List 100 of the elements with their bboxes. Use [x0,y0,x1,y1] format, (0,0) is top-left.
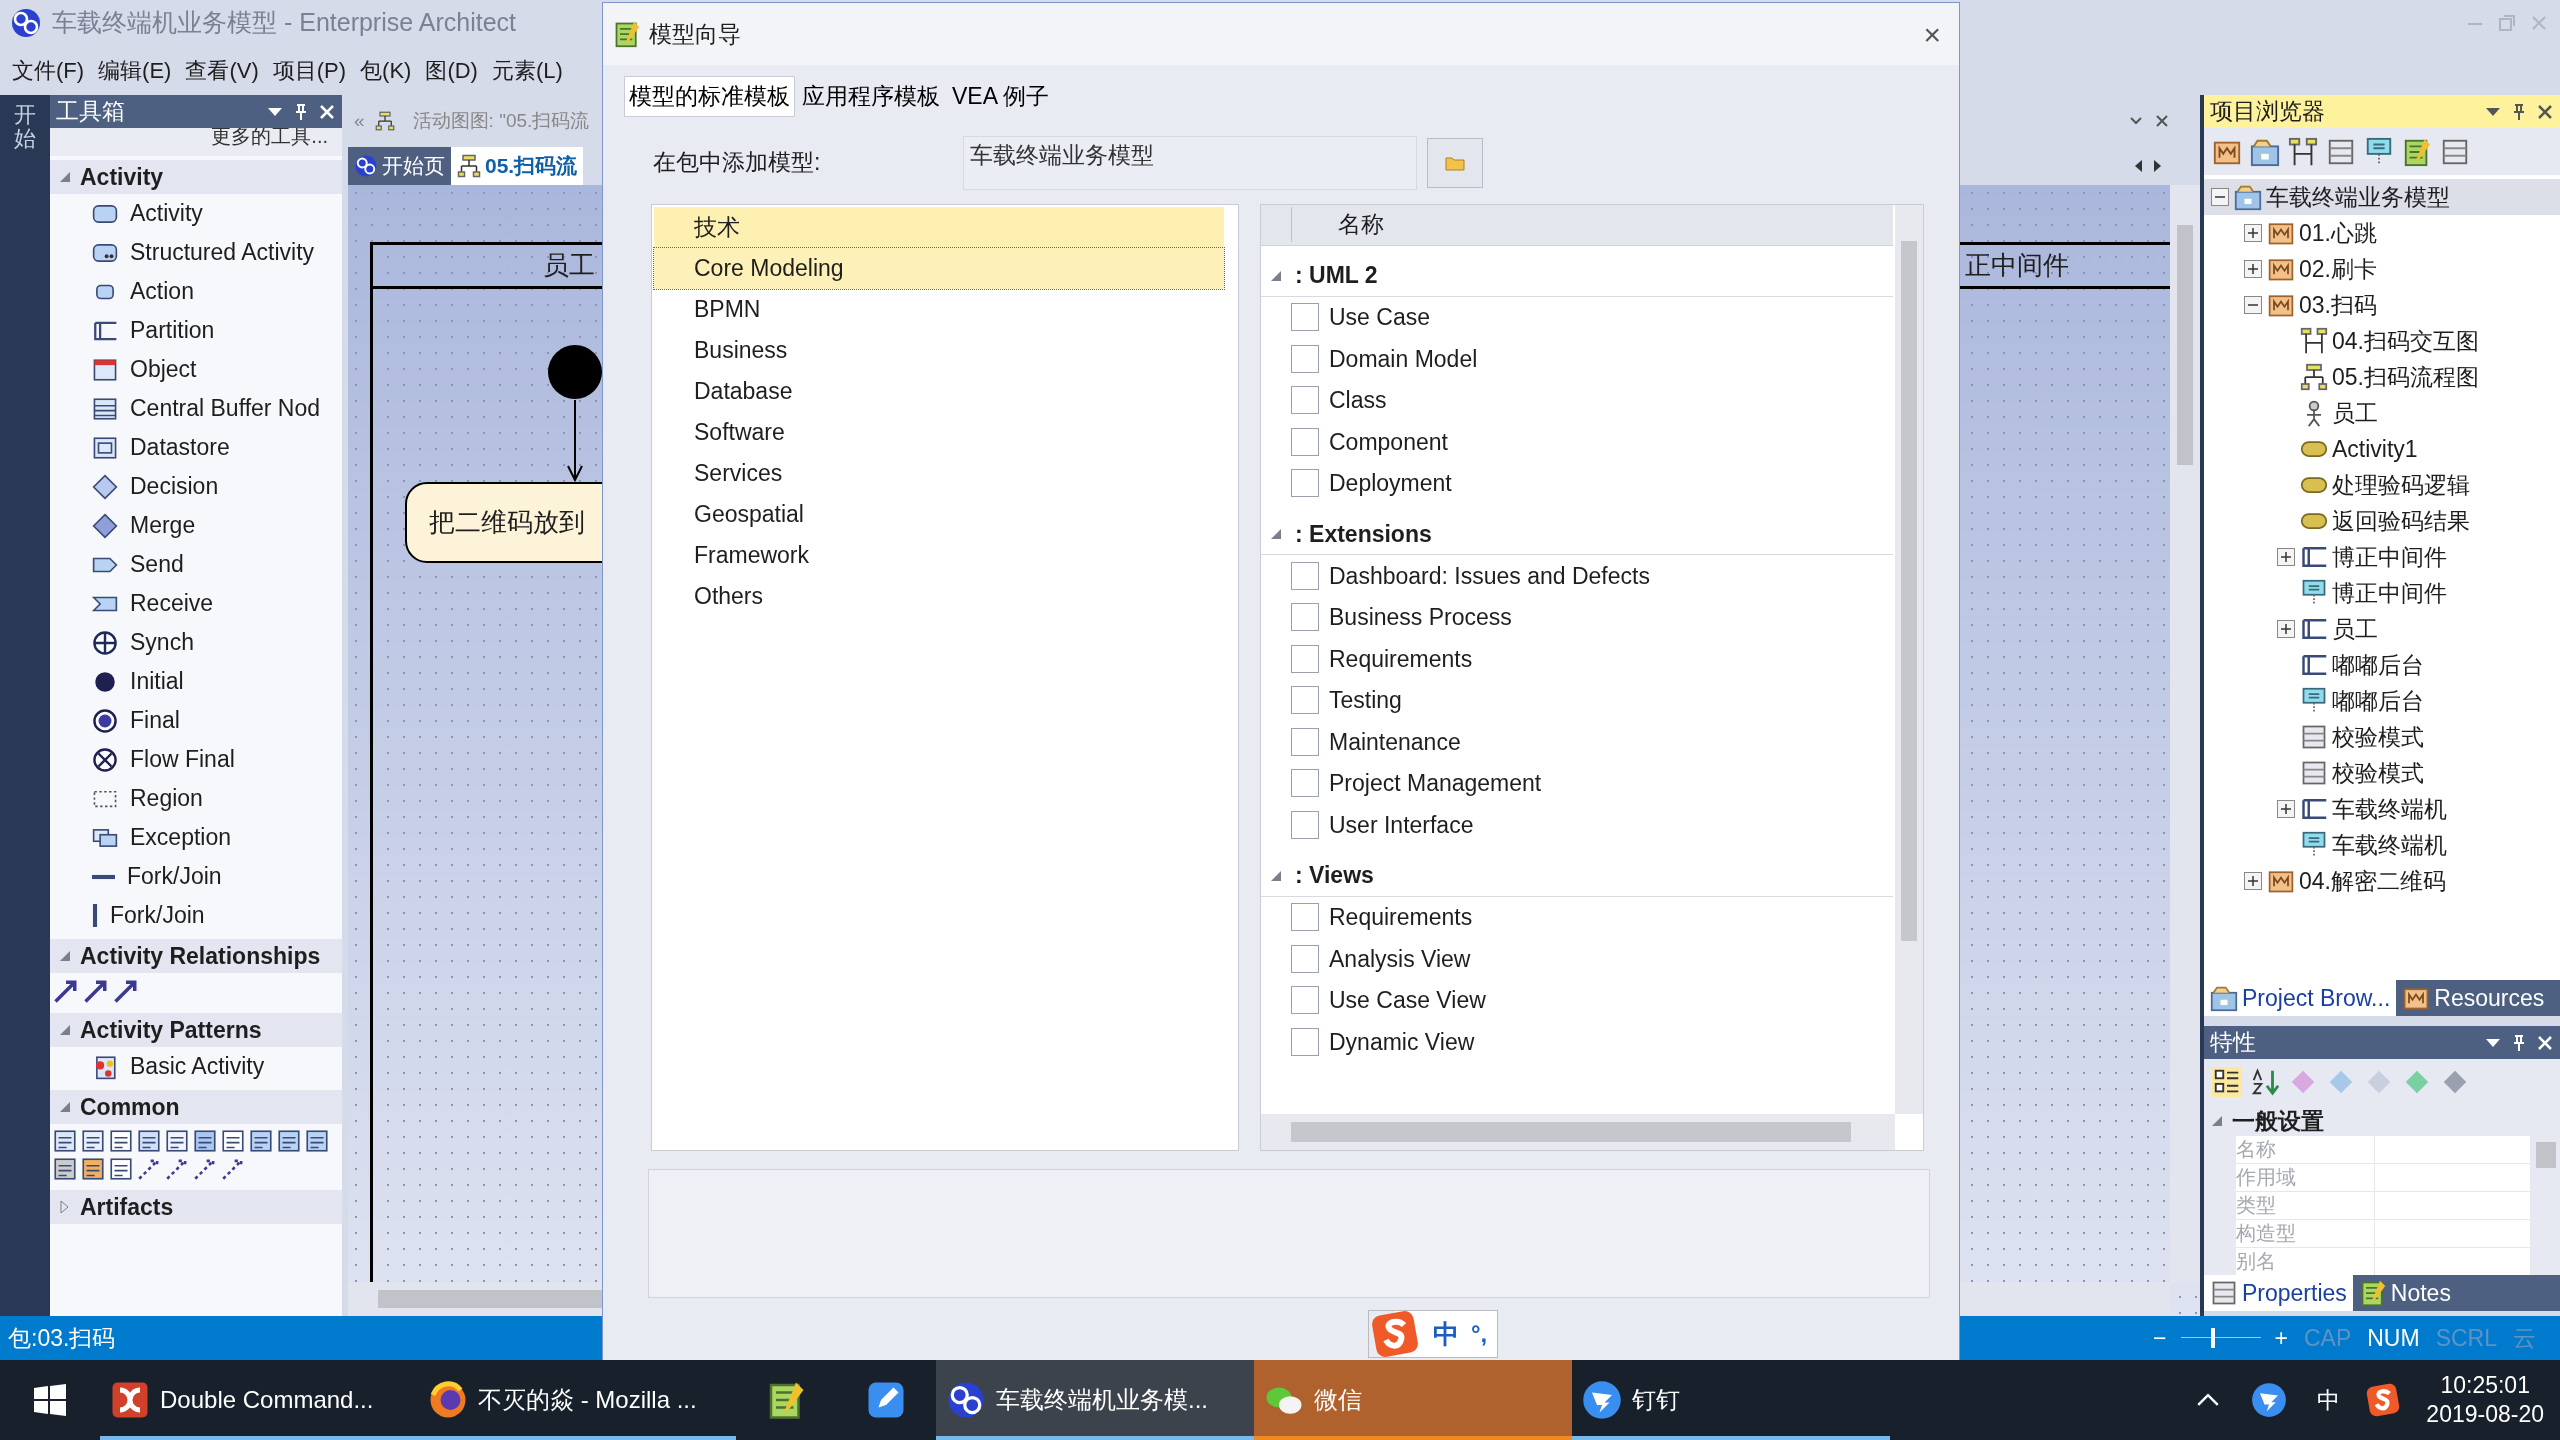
tree-item[interactable]: 校验模式 [2204,719,2560,755]
ime-mode[interactable]: 中 [1433,1314,1459,1354]
tool-icon[interactable] [80,1156,106,1182]
menu-item[interactable]: 文件(F) [12,54,85,87]
dialog-tab[interactable]: 模型的标准模板 [625,77,794,116]
tree-item[interactable]: 嘟嘟后台 [2204,683,2560,719]
checkbox[interactable] [1291,603,1319,632]
tree-item[interactable]: 车载终端机 [2204,791,2560,827]
close-icon[interactable] [2154,113,2170,129]
tree-toggle[interactable] [2244,224,2262,242]
checkbox[interactable] [1291,561,1319,590]
panel-tab[interactable]: Project Brow... [2204,980,2397,1016]
tree-toggle[interactable] [2244,296,2262,314]
diagram-tab[interactable]: 05.扫码流 [451,147,584,185]
toolbox-item[interactable]: Merge [50,506,342,545]
checkbox[interactable] [1291,903,1319,932]
clock[interactable]: 10:25:01 2019-08-20 [2426,1371,2544,1429]
checkbox[interactable] [1291,303,1319,332]
tree-toggle[interactable] [2244,872,2262,890]
tree-item[interactable]: 车载终端业务模型 [2204,179,2560,215]
toolbox-item[interactable]: Initial [50,662,342,701]
menu-item[interactable]: 包(K) [360,54,412,87]
checkbox[interactable] [1291,344,1319,373]
group-header[interactable]: : Views [1295,858,1374,893]
tree-item[interactable]: 校验模式 [2204,755,2560,791]
tool-icon[interactable] [304,1128,330,1154]
sort-az-icon[interactable] [2250,1067,2280,1098]
tree-item[interactable]: 博正中间件 [2204,539,2560,575]
technology-item[interactable]: Core Modeling [654,247,1224,289]
checkbox[interactable] [1291,686,1319,715]
technology-item[interactable]: Software [654,411,1224,453]
tree-item[interactable]: 04.解密二维码 [2204,863,2560,899]
toolbox-item[interactable]: Final [50,701,342,740]
panel-tab[interactable]: Properties [2204,1275,2353,1311]
checkbox[interactable] [1291,944,1319,973]
toolbox-item[interactable]: Receive [50,584,342,623]
tree-item[interactable]: 返回验码结果 [2204,503,2560,539]
close-button[interactable]: × [1923,11,1941,57]
tool-icon[interactable] [192,1128,218,1154]
technology-item[interactable]: Business [654,329,1224,371]
taskbar-app[interactable]: 钉钉 [1572,1360,1890,1440]
toolbox-item[interactable]: Synch [50,623,342,662]
ime-indicator[interactable]: 中 [2317,1382,2341,1418]
toolbox-item[interactable]: Fork/Join [50,857,342,896]
vertical-scrollbar[interactable] [2170,185,2200,1282]
tool-icon[interactable] [108,1156,134,1182]
toolbox-item[interactable]: Exception [50,818,342,857]
tree-item[interactable]: 05.扫码流程图 [2204,359,2560,395]
panel-tab[interactable]: Notes [2352,1275,2457,1311]
tool-icon[interactable] [276,1128,302,1154]
tree-item[interactable]: 博正中间件 [2204,575,2560,611]
tool-icon[interactable] [52,1156,78,1182]
checkbox[interactable] [1291,386,1319,415]
toolbox-item[interactable]: Fork/Join [50,896,342,935]
tree-toggle[interactable] [2211,188,2229,206]
tree-toggle[interactable] [2277,800,2295,818]
categorized-icon[interactable] [2212,1067,2242,1098]
tree-item[interactable]: 04.扫码交互图 [2204,323,2560,359]
expand-triangle-icon[interactable] [58,170,72,184]
toolbox-item[interactable]: Datastore [50,428,342,467]
checkbox[interactable] [1291,427,1319,456]
ime-toolbar[interactable]: 中 °, [1368,1310,1499,1358]
toolbox-item[interactable]: Partition [50,311,342,350]
diagram-tab[interactable]: 开始页 [348,147,451,185]
horizontal-scrollbar[interactable] [1261,1113,1895,1150]
tree-item[interactable]: 车载终端机 [2204,827,2560,863]
tree-item[interactable]: 02.刷卡 [2204,251,2560,287]
menu-item[interactable]: 编辑(E) [98,54,172,87]
toolbox-item[interactable]: Object [50,350,342,389]
ime-punctuation[interactable]: °, [1471,1316,1488,1352]
tree-item[interactable]: Activity1 [2204,431,2560,467]
checkbox[interactable] [1291,986,1319,1015]
dialog-tab[interactable]: 应用程序模板 [798,77,944,116]
tree-item[interactable]: 03.扫码 [2204,287,2560,323]
close-icon[interactable] [2536,102,2554,121]
toolbox-item[interactable]: Send [50,545,342,584]
technology-item[interactable]: Database [654,370,1224,412]
package-field[interactable]: 车载终端业务模型 [963,135,1417,190]
toolbox-item[interactable]: Decision [50,467,342,506]
toolbox-item[interactable]: Region [50,779,342,818]
group-header[interactable]: : UML 2 [1295,258,1378,293]
sogou-logo-icon[interactable] [2366,1383,2401,1417]
tool-icon[interactable] [136,1128,162,1154]
slider-thumb[interactable] [2210,1328,2215,1348]
tree-toggle[interactable] [2277,548,2295,566]
checkbox[interactable] [1291,810,1319,839]
tree-item[interactable]: 员工 [2204,611,2560,647]
toolbox-item[interactable]: Flow Final [50,740,342,779]
tree-toggle[interactable] [2244,260,2262,278]
diagram-icon[interactable] [2288,136,2318,167]
tool-icon[interactable] [52,1128,78,1154]
tool-icon[interactable] [220,1128,246,1154]
taskbar-app[interactable]: 微信 [1254,1360,1572,1440]
checkbox[interactable] [1291,769,1319,798]
expand-triangle-icon[interactable] [58,1023,72,1037]
taskbar-app[interactable]: Double Command... [100,1360,418,1440]
dialog-tab[interactable]: VEA 例子 [948,77,1054,116]
vertical-scrollbar[interactable] [1895,204,1923,1114]
technology-item[interactable]: Others [654,575,1224,617]
toolbox-item[interactable]: Activity [50,194,342,233]
